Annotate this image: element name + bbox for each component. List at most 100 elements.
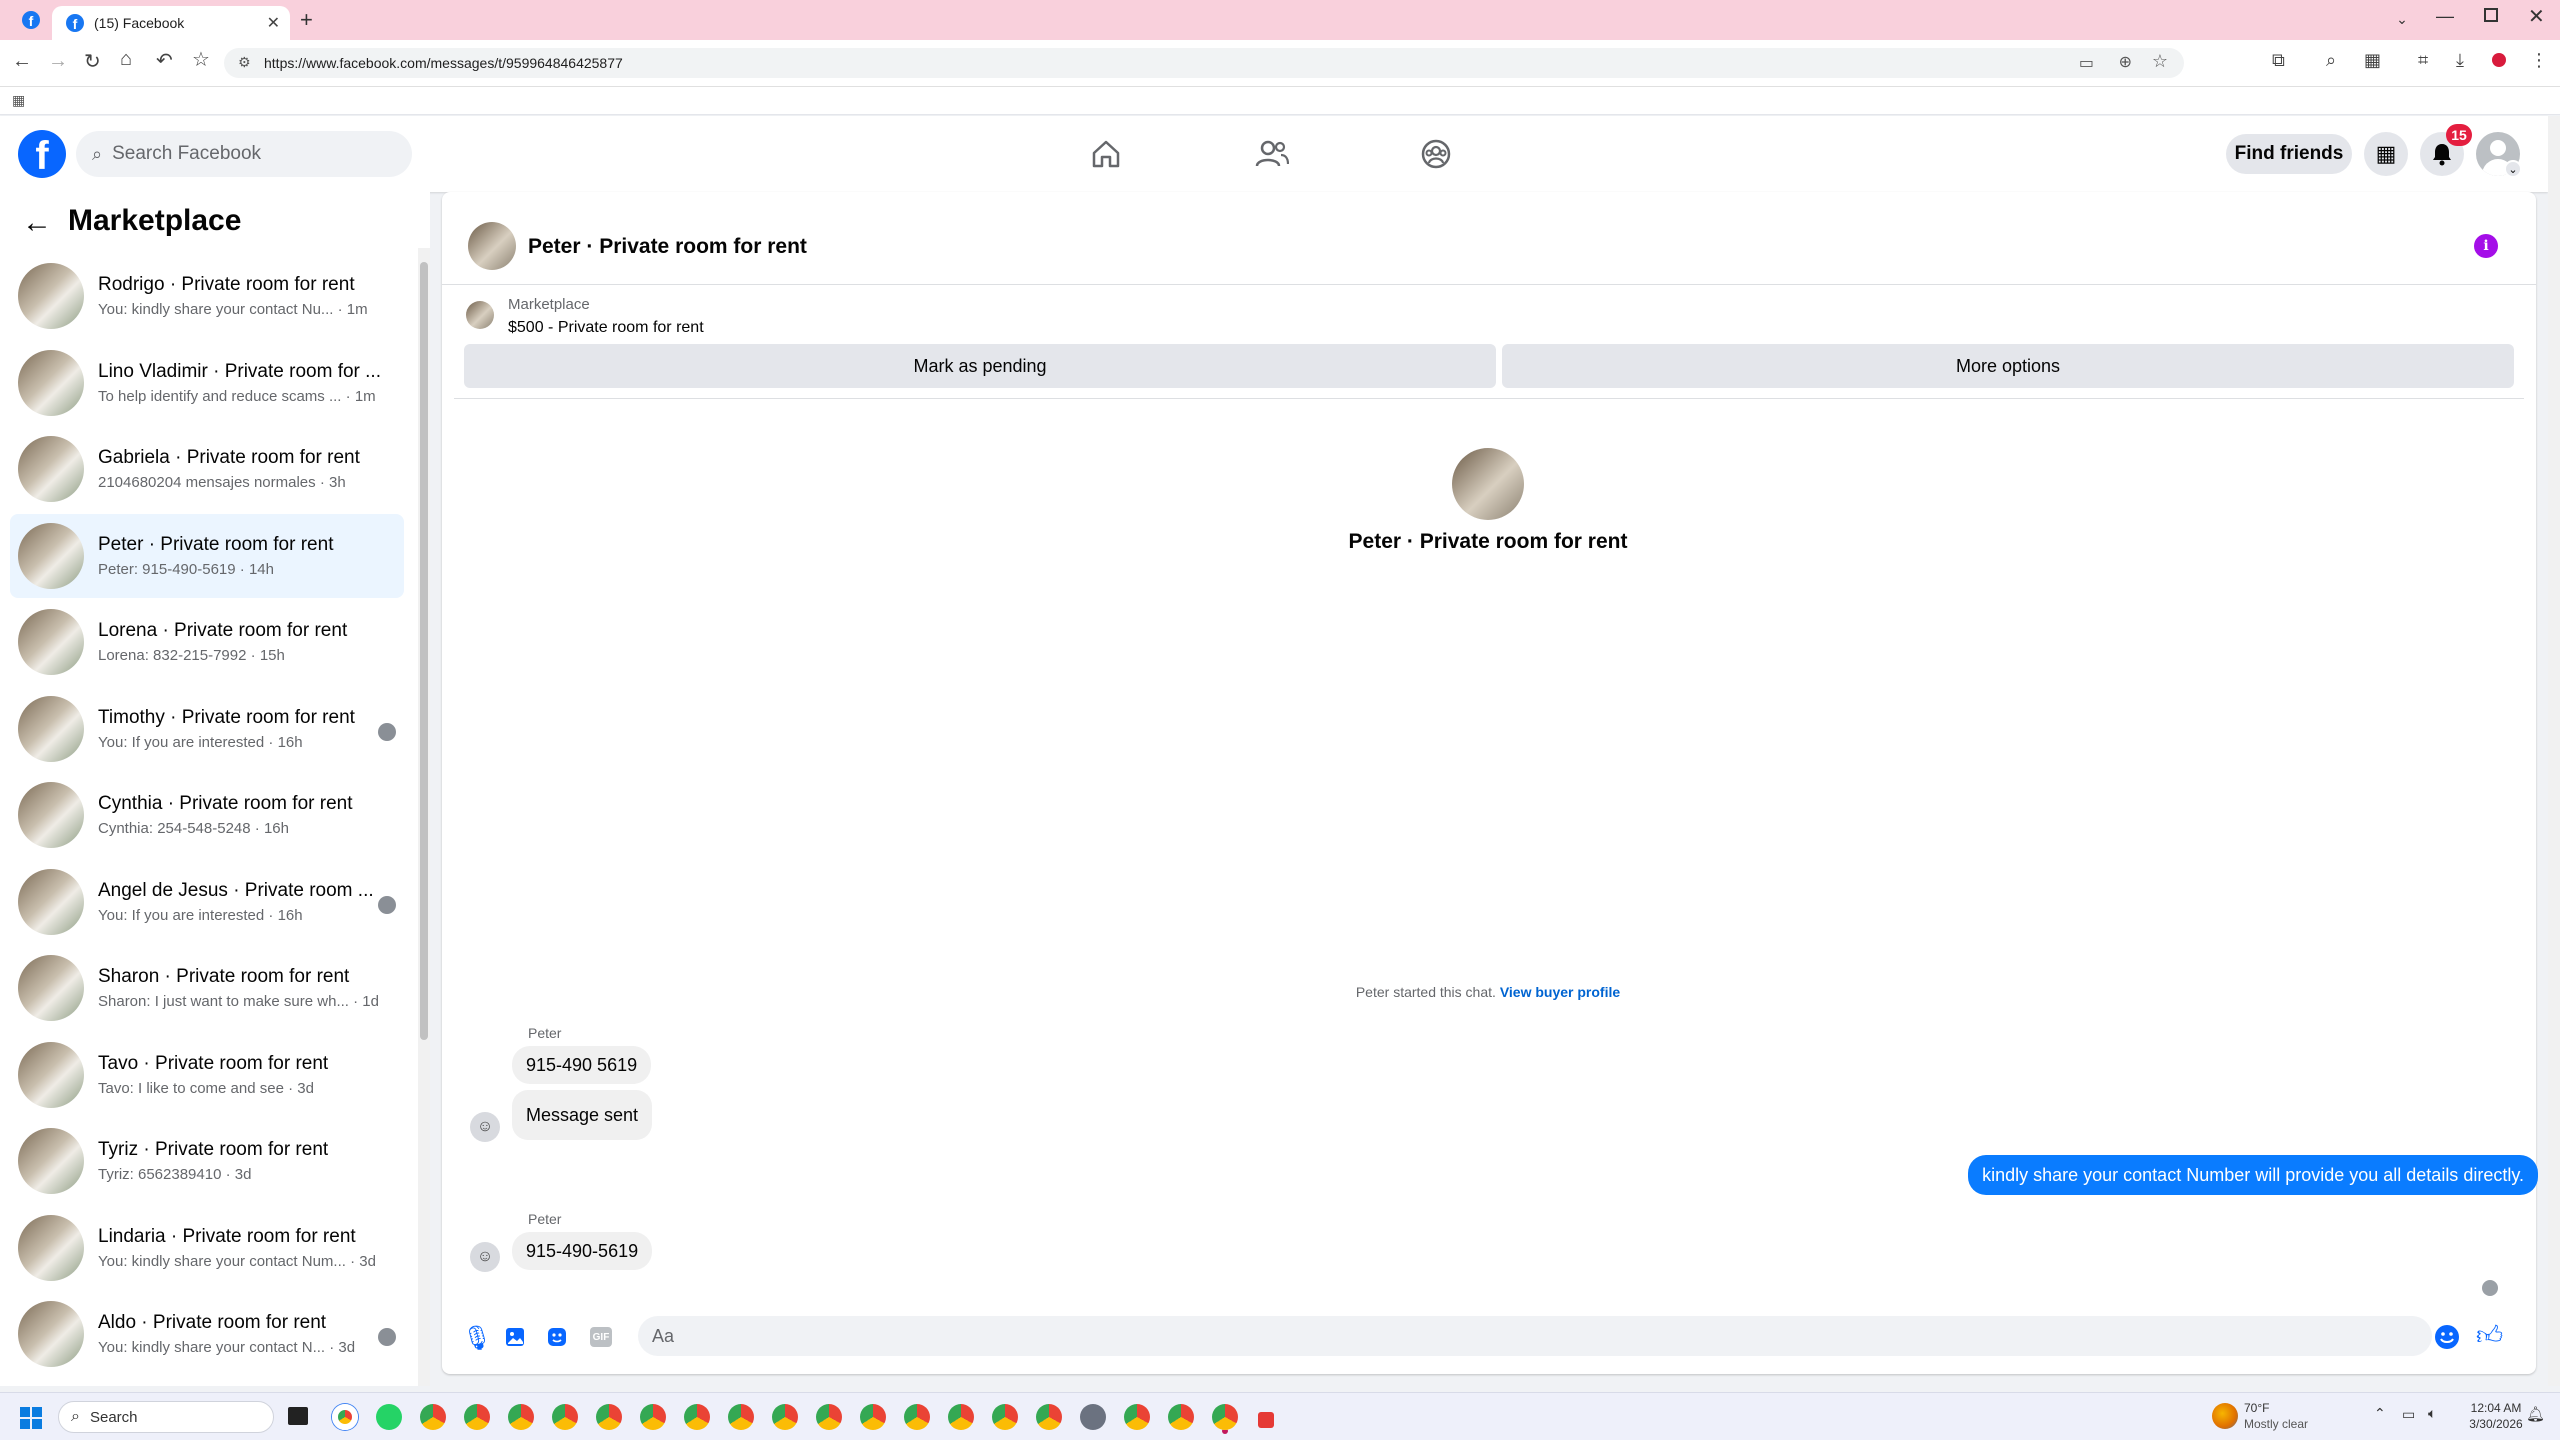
conversation-item[interactable]: Lino Vladimir · Private room for ... To h… (10, 341, 404, 425)
sender-avatar[interactable]: ☺ (470, 1242, 500, 1272)
microphone-icon[interactable]: 🎙︎ (462, 1324, 492, 1353)
whatsapp-app-icon[interactable] (376, 1404, 402, 1430)
image-icon[interactable] (504, 1326, 526, 1348)
chrome-app-icon[interactable] (728, 1404, 754, 1430)
chrome-app-icon[interactable] (816, 1404, 842, 1430)
view-buyer-profile-link[interactable]: View buyer profile (1500, 984, 1620, 1000)
site-info-icon[interactable]: ⚙ (238, 54, 251, 71)
chrome-app-icon[interactable] (684, 1404, 710, 1430)
forward-icon[interactable]: → (48, 50, 68, 73)
conversation-thumb[interactable] (1452, 448, 1524, 520)
conversation-item[interactable]: Sharon · Private room for rent Sharon: I … (10, 946, 404, 1030)
task-view-icon[interactable] (288, 1407, 308, 1425)
settings-app-icon[interactable] (1080, 1404, 1106, 1430)
chrome-app-icon[interactable] (508, 1404, 534, 1430)
apps-grid-icon[interactable]: ▦ (2364, 50, 2381, 71)
find-friends-button[interactable]: Find friends (2226, 134, 2352, 174)
snipping-tool-icon[interactable] (1258, 1412, 1274, 1428)
zoom-icon[interactable]: ⊕ (2119, 52, 2132, 72)
apps-shortcut-icon[interactable]: ▦ (12, 92, 25, 109)
chrome-app-icon[interactable] (640, 1404, 666, 1430)
new-tab-icon[interactable]: + (300, 7, 313, 33)
tab-close-icon[interactable]: ✕ (267, 13, 280, 33)
maximize-icon[interactable] (2484, 8, 2498, 22)
conversation-item[interactable]: Lindaria · Private room for rent You: kin… (10, 1206, 404, 1290)
outgoing-message-bubble[interactable]: kindly share your contact Number will pr… (1968, 1155, 2538, 1195)
chrome-app-icon[interactable] (1168, 1404, 1194, 1430)
minimize-icon[interactable]: — (2436, 6, 2454, 27)
volume-icon[interactable]: 🔈︎ (2428, 1405, 2436, 1422)
tab-search-icon[interactable]: ⌄ (2392, 8, 2412, 30)
install-app-icon[interactable]: ▭ (2079, 53, 2094, 73)
taskbar-search[interactable]: ⌕ Search (58, 1401, 274, 1433)
chrome-app-icon[interactable] (420, 1404, 446, 1430)
chrome-app-icon[interactable] (904, 1404, 930, 1430)
chrome-app-icon[interactable] (596, 1404, 622, 1430)
conversation-item[interactable]: Gabriela · Private room for rent 21046802… (10, 427, 404, 511)
conversation-item[interactable]: Tyriz · Private room for rent Tyriz: 6562… (10, 1119, 404, 1203)
bookmark-star-icon[interactable]: ☆ (192, 47, 210, 72)
notification-center-icon[interactable]: 🔔︎ (2526, 1405, 2545, 1423)
listing-price-title[interactable]: $500 - Private room for rent (508, 319, 704, 337)
conversation-item[interactable]: Aldo · Private room for rent You: kindly … (10, 1292, 404, 1376)
friends-nav-icon[interactable] (1255, 138, 1289, 170)
conversation-item[interactable]: Peter · Private room for rent Peter: 915-… (10, 513, 404, 598)
clock-date[interactable]: 3/30/2026 (2456, 1417, 2536, 1431)
chrome-app-icon[interactable] (1036, 1404, 1062, 1430)
conversation-item[interactable]: Rodrigo · Private room for rent You: kind… (10, 254, 404, 338)
emoji-icon[interactable] (2434, 1324, 2460, 1350)
back-arrow-icon[interactable]: ← (22, 206, 52, 240)
conversation-item[interactable]: Lorena · Private room for rent Lorena: 83… (10, 600, 404, 684)
facebook-logo-icon[interactable]: f (18, 130, 66, 178)
extensions-icon[interactable]: ⧉ (2272, 50, 2285, 71)
chrome-app-icon[interactable] (948, 1404, 974, 1430)
message-bubble[interactable]: 915-490-5619 (512, 1232, 653, 1270)
chrome-app-icon[interactable] (772, 1404, 798, 1430)
profile-icon[interactable] (2492, 53, 2506, 67)
weather-icon[interactable] (2212, 1403, 2238, 1429)
edge-app-icon[interactable] (332, 1404, 358, 1430)
bookmark-this-tab-icon[interactable]: ☆ (2152, 51, 2168, 72)
home-nav-icon[interactable] (1090, 138, 1122, 170)
sticker-icon[interactable] (546, 1326, 568, 1348)
chrome-app-icon[interactable] (1124, 1404, 1150, 1430)
chrome-active-app-icon[interactable] (1212, 1404, 1238, 1430)
undo-icon[interactable]: ↶ (156, 48, 173, 73)
conversation-item[interactable]: Timothy · Private room for rent You: If y… (10, 687, 404, 771)
reload-icon[interactable]: ↻ (84, 49, 101, 74)
chat-title[interactable]: Peter · Private room for rent (528, 235, 807, 259)
conversation-item[interactable]: Cynthia · Private room for rent Cynthia: … (10, 773, 404, 857)
conversation-item[interactable]: Tavo · Private room for rent Tavo: I like… (10, 1033, 404, 1117)
close-window-icon[interactable]: ✕ (2528, 4, 2545, 29)
account-chevron-icon[interactable]: ⌄ (2504, 160, 2522, 178)
chrome-app-icon[interactable] (464, 1404, 490, 1430)
mark-as-pending-button[interactable]: Mark as pending (464, 344, 1496, 388)
tray-chevron-icon[interactable]: ⌃ (2374, 1405, 2386, 1422)
chat-header-thumb[interactable] (468, 222, 516, 270)
download-icon[interactable]: ⤓ (2456, 50, 2464, 71)
browser-search-icon[interactable]: ⌕ (2326, 50, 2336, 71)
menu-grid-icon[interactable]: ▦ (2364, 132, 2408, 176)
sender-avatar[interactable]: ☺ (470, 1112, 500, 1142)
address-bar[interactable]: ⚙ https://www.facebook.com/messages/t/95… (224, 48, 2184, 78)
message-input[interactable]: Aa (638, 1316, 2432, 1356)
more-options-button[interactable]: More options (1502, 344, 2514, 388)
sidebar-scrollbar-thumb[interactable] (420, 262, 428, 1040)
gif-icon[interactable]: GIF (590, 1327, 612, 1347)
page-scrollbar[interactable] (2548, 116, 2560, 1386)
facebook-search[interactable]: ⌕ Search Facebook (76, 131, 412, 177)
browser-menu-icon[interactable]: ⋮ (2530, 50, 2548, 71)
groups-nav-icon[interactable] (1420, 138, 1452, 170)
clock-time[interactable]: 12:04 AM (2456, 1401, 2536, 1415)
chrome-app-icon[interactable] (992, 1404, 1018, 1430)
conversation-item[interactable]: Angel de Jesus · Private room ... You: If… (10, 860, 404, 944)
chrome-app-icon[interactable] (552, 1404, 578, 1430)
back-icon[interactable]: ← (12, 50, 32, 73)
thumbs-up-icon[interactable]: 👍︎ (2476, 1320, 2503, 1351)
message-bubble[interactable]: Message sent (512, 1090, 653, 1140)
browser-tab[interactable]: f (15) Facebook ✕ (52, 6, 290, 40)
windows-start-icon[interactable] (20, 1407, 42, 1429)
info-icon[interactable]: i (2474, 234, 2498, 258)
crop-icon[interactable]: ⌗ (2418, 50, 2428, 71)
message-bubble[interactable]: 915-490 5619 (512, 1046, 652, 1084)
